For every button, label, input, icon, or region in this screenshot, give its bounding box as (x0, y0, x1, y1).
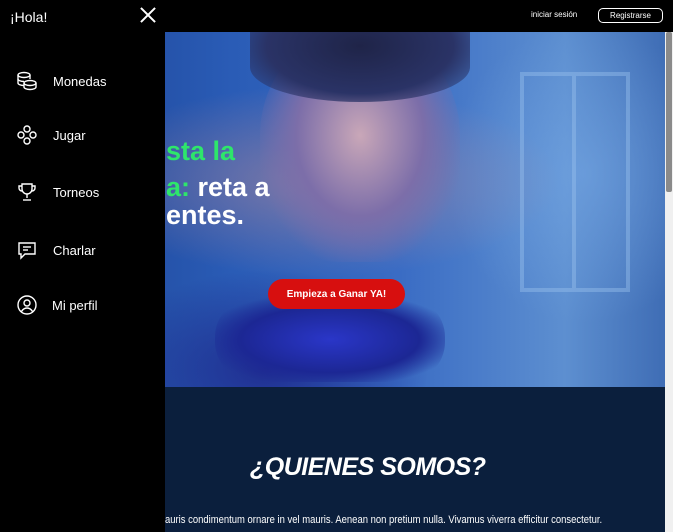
sidebar-item-label: Monedas (53, 73, 107, 89)
coins-icon (16, 70, 38, 92)
hero-headline-rest: reta a (190, 172, 270, 202)
close-sidebar-button[interactable] (139, 6, 157, 24)
scrollbar-thumb[interactable] (666, 32, 672, 192)
trophy-icon (16, 181, 38, 203)
sidebar-item-label: Jugar (53, 127, 86, 143)
login-link[interactable]: iniciar sesión (531, 10, 577, 19)
chat-icon (16, 239, 38, 261)
sidebar-item-jugar[interactable]: Jugar (16, 122, 156, 148)
sidebar-item-torneos[interactable]: Torneos (16, 179, 156, 205)
sidebar-greeting: ¡Hola! (10, 9, 48, 25)
sidebar-item-monedas[interactable]: Monedas (16, 68, 156, 94)
sidebar-item-label: Torneos (53, 184, 100, 200)
sidebar-item-label: Charlar (53, 242, 96, 258)
sidebar-menu: ¡Hola! Monedas Jugar Torneos Charlar Mi … (0, 0, 165, 532)
gamepad-icon (16, 124, 38, 146)
register-button[interactable]: Registrarse (598, 8, 663, 23)
hero-gamer-hair (250, 32, 470, 102)
hero-headline-accent: a: (166, 172, 191, 202)
page-scrollbar[interactable] (665, 32, 673, 532)
start-winning-button[interactable]: Empieza a Ganar YA! (268, 279, 405, 309)
hero-background-window (520, 72, 630, 292)
sidebar-item-charlar[interactable]: Charlar (16, 237, 156, 263)
hero-headline-line-1: sta la (166, 136, 236, 166)
hero-headline-line-3: entes. (166, 200, 245, 230)
about-title: ¿QUIENES SOMOS? (250, 453, 486, 481)
hero-controller-image (215, 297, 445, 382)
about-text: auris condimentum ornare in vel mauris. … (165, 514, 603, 526)
sidebar-item-label: Mi perfil (52, 297, 98, 313)
hero-headline-line-2: a: reta a (166, 172, 270, 203)
sidebar-item-mi-perfil[interactable]: Mi perfil (16, 292, 156, 318)
user-profile-icon (16, 294, 38, 316)
